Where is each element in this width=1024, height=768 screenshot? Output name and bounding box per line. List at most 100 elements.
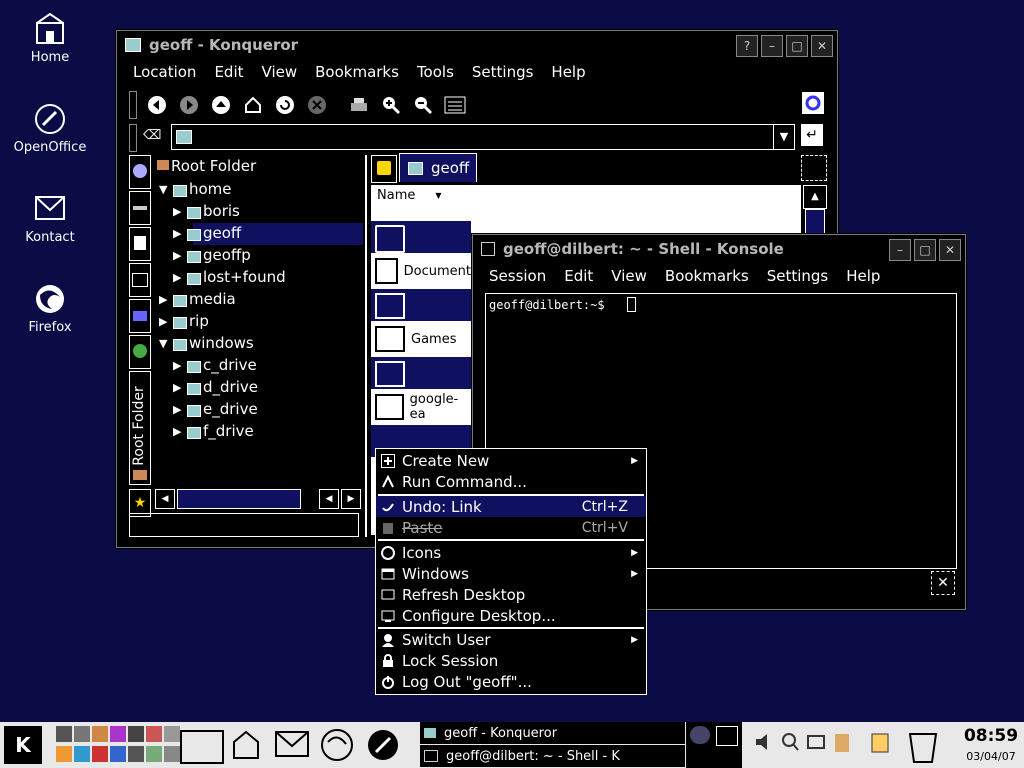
expand-right-icon[interactable]: ▶	[173, 227, 181, 240]
clipboard-icon[interactable]	[832, 730, 852, 754]
file-row[interactable]	[371, 221, 471, 253]
menu-item-refresh-desktop[interactable]: Refresh Desktop	[376, 584, 646, 605]
openoffice-launcher-icon[interactable]	[366, 728, 400, 762]
menu-item-create-new[interactable]: Create New ▶	[376, 450, 646, 471]
file-scrollbar-thumb[interactable]	[805, 209, 825, 237]
tree-item[interactable]: c_drive	[203, 356, 257, 374]
file-row[interactable]	[371, 357, 471, 389]
tree-item[interactable]: boris	[203, 202, 240, 220]
sidebar-tools-button[interactable]	[129, 191, 151, 225]
menu-bookmarks[interactable]: Bookmarks	[315, 63, 399, 81]
tree-item[interactable]: media	[189, 290, 236, 308]
back-icon[interactable]	[145, 93, 169, 117]
minimize-button[interactable]: –	[889, 239, 911, 261]
clock-time[interactable]: 08:59	[958, 726, 1024, 746]
expand-right-icon[interactable]: ▶	[173, 359, 181, 372]
column-header-name[interactable]: Name ▼	[371, 185, 801, 205]
tree-item[interactable]: lost+found	[203, 268, 286, 286]
expand-right-icon[interactable]: ▶	[159, 293, 167, 306]
quick-launch-icon[interactable]	[110, 746, 126, 762]
quick-launch-icon[interactable]	[74, 746, 90, 762]
task-konqueror[interactable]: geoff - Konqueror	[420, 722, 685, 744]
menu-view[interactable]: View	[611, 267, 647, 285]
menu-item-log-out[interactable]: Log Out "geoff"...	[376, 671, 646, 692]
volume-icon[interactable]	[754, 730, 774, 754]
file-row[interactable]: google-ea	[371, 391, 471, 423]
file-row[interactable]	[371, 289, 471, 321]
zoom-out-icon[interactable]	[411, 93, 435, 117]
menu-item-icons[interactable]: Icons ▶	[376, 542, 646, 563]
help-button[interactable]: ?	[736, 35, 758, 57]
mail-launcher-icon[interactable]	[274, 728, 312, 760]
tree-item[interactable]: e_drive	[203, 400, 258, 418]
menu-item-windows[interactable]: Windows ▶	[376, 563, 646, 584]
scrollbar-thumb[interactable]	[177, 489, 301, 509]
tree-item[interactable]: home	[189, 180, 232, 198]
tree-item[interactable]: f_drive	[203, 422, 254, 440]
tree-item[interactable]: rip	[189, 312, 209, 330]
expand-right-icon[interactable]: ▶	[173, 425, 181, 438]
konsole-titlebar[interactable]: geoff@dilbert: ~ - Shell - Konsole – □ ✕	[473, 235, 965, 263]
quick-launch-icon[interactable]	[164, 746, 180, 762]
new-tab-button[interactable]	[371, 155, 397, 183]
sidebar-network-button[interactable]	[129, 335, 151, 369]
home-launcher-icon[interactable]	[230, 728, 262, 760]
forward-icon[interactable]	[177, 93, 201, 117]
close-session-icon[interactable]: ✕	[931, 571, 955, 595]
up-icon[interactable]	[209, 93, 233, 117]
file-row[interactable]: Document	[371, 255, 471, 287]
desktop-icon-kontact[interactable]: Kontact	[0, 192, 100, 245]
task-konsole[interactable]: geoff@dilbert: ~ - Shell - K	[420, 745, 685, 767]
scroll-right-icon[interactable]: ▶	[341, 489, 361, 509]
pager-desktop-1[interactable]	[690, 726, 710, 744]
location-input[interactable]: ▼	[171, 124, 795, 150]
quick-launch-icon[interactable]	[74, 726, 90, 742]
quick-launch-icon[interactable]	[146, 726, 162, 742]
sidebar-home-button[interactable]	[129, 263, 151, 297]
file-row[interactable]: Games	[371, 323, 471, 355]
tree-item[interactable]: geoffp	[203, 246, 251, 264]
kde-activity-icon[interactable]	[801, 91, 825, 115]
minimize-button[interactable]: –	[761, 35, 783, 57]
clear-location-icon[interactable]: ⌫	[143, 128, 161, 143]
expand-right-icon[interactable]: ▶	[159, 315, 167, 328]
toolbar-handle-icon[interactable]	[129, 124, 137, 152]
menu-settings[interactable]: Settings	[767, 267, 829, 285]
sidebar-bookmarks-button[interactable]	[129, 155, 151, 189]
menu-item-switch-user[interactable]: Switch User ▶	[376, 629, 646, 650]
expand-right-icon[interactable]: ▶	[173, 249, 181, 262]
menu-edit[interactable]: Edit	[214, 63, 243, 81]
menu-location[interactable]: Location	[133, 63, 196, 81]
panel-splitter[interactable]	[365, 155, 367, 537]
menu-tools[interactable]: Tools	[417, 63, 454, 81]
desktop-pager[interactable]	[686, 722, 742, 768]
tree-root[interactable]: Root Folder	[171, 157, 256, 175]
expand-down-icon[interactable]: ▼	[159, 337, 167, 350]
quick-launch-icon[interactable]	[110, 726, 126, 742]
close-button[interactable]: ✕	[939, 239, 961, 261]
expand-right-icon[interactable]: ▶	[173, 271, 181, 284]
quick-launch-icon[interactable]	[92, 726, 108, 742]
tree-item[interactable]: geoff	[203, 224, 241, 242]
quick-launch-icon[interactable]	[128, 746, 144, 762]
menu-settings[interactable]: Settings	[472, 63, 534, 81]
expand-right-icon[interactable]: ▶	[173, 403, 181, 416]
tree-item[interactable]: d_drive	[203, 378, 258, 396]
expand-down-icon[interactable]: ▼	[159, 183, 167, 196]
tab-geoff[interactable]: geoff	[399, 153, 477, 182]
quick-launch-icon[interactable]	[128, 726, 144, 742]
menu-view[interactable]: View	[262, 63, 298, 81]
quick-launch-icon[interactable]	[56, 746, 72, 762]
scroll-left-icon[interactable]: ◀	[155, 489, 175, 509]
quick-launch-icon[interactable]	[92, 746, 108, 762]
close-tab-icon[interactable]	[801, 155, 827, 181]
menu-item-undo[interactable]: Undo: Link Ctrl+Z	[376, 496, 646, 517]
kde-menu-icon[interactable]: K	[4, 726, 42, 764]
zoom-in-icon[interactable]	[379, 93, 403, 117]
trash-icon[interactable]	[904, 726, 942, 764]
search-icon[interactable]	[780, 730, 800, 754]
stop-icon[interactable]	[305, 93, 329, 117]
scroll-up-icon[interactable]: ▲	[803, 185, 827, 209]
quick-launch-icon[interactable]	[56, 726, 72, 742]
firefox-launcher-icon[interactable]	[320, 728, 354, 762]
